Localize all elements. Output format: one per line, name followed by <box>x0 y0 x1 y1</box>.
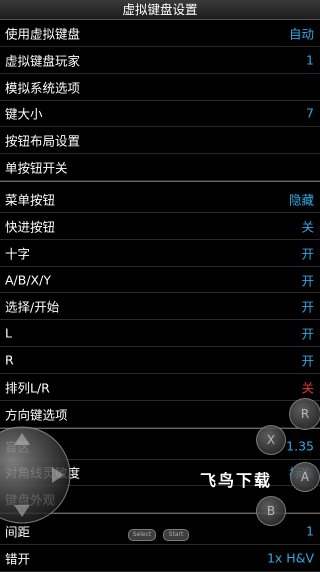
setting-label: 虚拟键盘玩家 <box>5 53 81 69</box>
setting-value: 7 <box>306 105 314 121</box>
x-button-label: X <box>266 433 276 447</box>
setting-label: 间距 <box>5 524 31 540</box>
setting-label: 快进按钮 <box>5 219 56 235</box>
setting-emulator-options[interactable]: 模拟系统选项 <box>0 74 320 101</box>
setting-button-layout[interactable]: 按钮布局设置 <box>0 127 320 155</box>
b-button-label: B <box>266 504 276 518</box>
setting-use-virtual-keyboard[interactable]: 使用虚拟键盘 自动 <box>0 20 320 47</box>
setting-r[interactable]: R开 <box>0 347 320 374</box>
page-title: 虚拟键盘设置 <box>122 2 198 17</box>
setting-value: 关 <box>301 380 314 396</box>
setting-select-start[interactable]: 选择/开始 开 <box>0 293 320 321</box>
watermark: 飞鸟下载 <box>200 471 273 490</box>
a-button-label: A <box>300 470 310 484</box>
start-button-label: Start <box>168 531 184 538</box>
setting-value: 开 <box>301 299 314 315</box>
select-button-label: Select <box>132 531 152 538</box>
setting-stagger[interactable]: 错开 1x H&V <box>0 545 320 572</box>
setting-label: A/B/X/Y <box>5 272 51 288</box>
setting-label: 错开 <box>5 551 31 567</box>
r-button-icon: R <box>289 398 320 430</box>
a-button-icon: A <box>290 462 320 492</box>
setting-label: 单按钮开关 <box>5 160 68 176</box>
x-button-icon: X <box>256 425 286 455</box>
setting-value: 1 <box>306 523 314 539</box>
setting-label: 使用虚拟键盘 <box>5 26 81 42</box>
b-button-icon: B <box>256 496 286 526</box>
setting-value: 1.35 <box>286 438 314 454</box>
setting-dpad[interactable]: 十字 开 <box>0 240 320 267</box>
setting-label: 选择/开始 <box>5 299 60 315</box>
setting-key-size[interactable]: 键大小 7 <box>0 101 320 128</box>
r-button-label: R <box>300 407 310 421</box>
setting-label: 键大小 <box>5 106 43 122</box>
setting-keyboard-player[interactable]: 虚拟键盘玩家 1 <box>0 47 320 74</box>
setting-label: 键盘外观 <box>5 492 56 508</box>
setting-label: 盲区 <box>5 439 31 455</box>
setting-abxy[interactable]: A/B/X/Y 开 <box>0 267 320 294</box>
setting-label: 方向键选项 <box>5 407 68 423</box>
setting-l[interactable]: L开 <box>0 320 320 348</box>
setting-value: 隐藏 <box>288 192 314 208</box>
setting-value: 自动 <box>288 26 314 42</box>
setting-value: 1x H&V <box>266 550 314 566</box>
setting-label: 按钮布局设置 <box>5 133 81 149</box>
select-button-icon: Select <box>128 529 156 541</box>
setting-label: 对角线灵敏度 <box>5 465 81 481</box>
setting-value: 开 <box>301 353 314 369</box>
setting-fast-forward-button[interactable]: 快进按钮 关 <box>0 213 320 240</box>
setting-label: R <box>5 352 14 368</box>
setting-menu-button[interactable]: 菜单按钮 隐藏 <box>0 186 320 213</box>
start-button-icon: Start <box>163 529 189 541</box>
setting-value: 1 <box>306 52 314 68</box>
setting-value: 开 <box>301 273 314 289</box>
setting-single-button-toggle[interactable]: 单按钮开关 <box>0 154 320 182</box>
setting-label: L <box>5 325 12 341</box>
setting-label: 模拟系统选项 <box>5 80 81 96</box>
setting-arrange-lr[interactable]: 排列L/R 关 <box>0 374 320 401</box>
setting-label: 排列L/R <box>5 380 50 396</box>
setting-label: 十字 <box>5 246 31 262</box>
setting-value: 开 <box>301 326 314 342</box>
setting-dpad-options[interactable]: 方向键选项 <box>0 401 320 428</box>
setting-value: 开 <box>301 246 314 262</box>
setting-label: 菜单按钮 <box>5 192 56 208</box>
title-bar: 虚拟键盘设置 <box>0 0 320 20</box>
setting-value: 关 <box>301 219 314 235</box>
